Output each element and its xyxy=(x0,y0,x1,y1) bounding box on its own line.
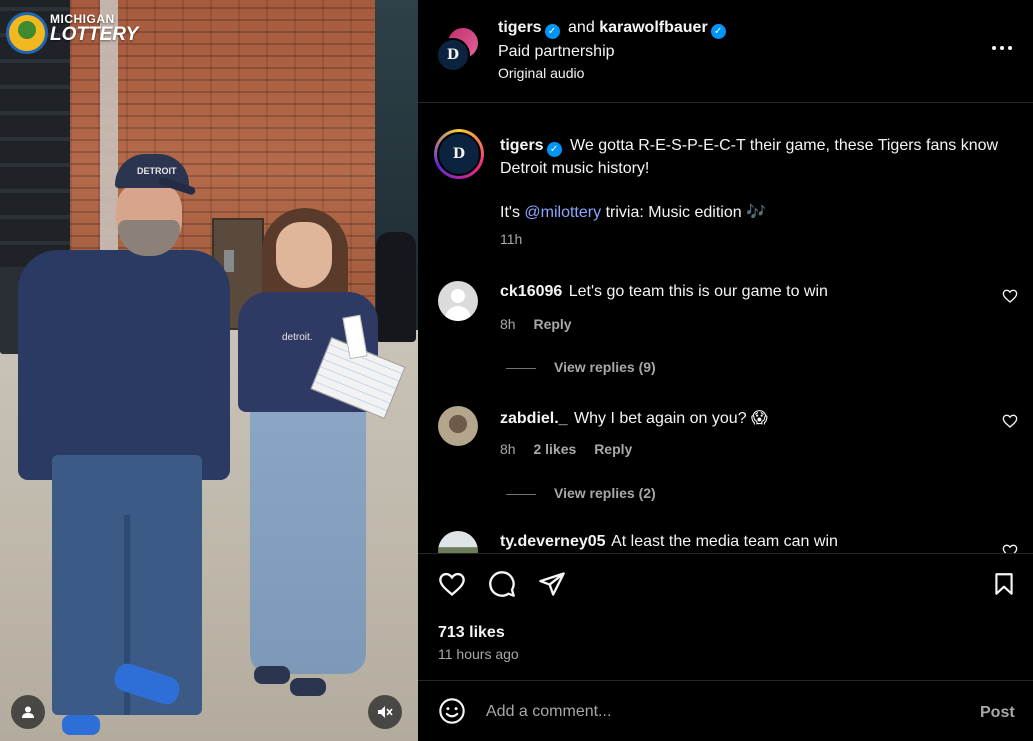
post-timestamp[interactable]: 11 hours ago xyxy=(438,646,519,662)
reply-button[interactable]: Reply xyxy=(594,441,632,457)
music-notes-emoji: 🎶 xyxy=(746,204,766,221)
lottery-seal-icon xyxy=(6,12,48,54)
speaker-muted-icon xyxy=(378,706,393,718)
share-button[interactable] xyxy=(536,568,568,600)
comment-username[interactable]: zabdiel._ xyxy=(500,410,568,427)
likes-count[interactable]: 713 likes xyxy=(438,624,505,642)
more-options-button[interactable] xyxy=(988,34,1016,62)
emoji-icon[interactable] xyxy=(438,697,466,725)
tagged-users-button[interactable] xyxy=(11,695,45,729)
scream-emoji: 😱 xyxy=(751,410,768,427)
reply-button[interactable]: Reply xyxy=(533,316,571,332)
heart-icon[interactable] xyxy=(1002,413,1018,429)
tigers-logo-icon: D xyxy=(452,146,466,162)
post-button[interactable]: Post xyxy=(980,704,1015,722)
comment-button[interactable] xyxy=(486,568,518,600)
michigan-lottery-logo: MICHIGAN LOTTERY xyxy=(6,10,138,54)
comments-list[interactable]: D tigers ✓ We gotta R-E-S-P-E-C-T their g… xyxy=(418,103,1033,553)
view-replies-button[interactable]: View replies (2) xyxy=(506,485,656,501)
post-actions: 713 likes 11 hours ago xyxy=(418,553,1033,680)
comment-bubble-icon xyxy=(489,571,515,597)
heart-icon[interactable] xyxy=(1002,288,1018,304)
save-button[interactable] xyxy=(988,568,1020,600)
comment-body: At least the media team can win xyxy=(611,533,838,550)
post-media[interactable]: DETROIT detroit. MICHIGAN LOTTERY xyxy=(0,0,418,741)
audio-link[interactable]: Original audio xyxy=(498,65,584,81)
author-link[interactable]: tigers xyxy=(498,19,542,36)
comment-timestamp[interactable]: 8h xyxy=(500,316,516,332)
collab-avatars[interactable]: D xyxy=(436,28,480,72)
comment-composer: Post xyxy=(418,680,1033,741)
avatar[interactable] xyxy=(438,531,478,553)
like-button[interactable] xyxy=(436,568,468,600)
heart-icon[interactable] xyxy=(1002,543,1018,553)
man-in-cap: DETROIT xyxy=(18,150,233,741)
more-dots-icon xyxy=(992,46,996,50)
post-details-panel: D tigers ✓ and karawolfbauer ✓ Paid partne… xyxy=(418,0,1033,741)
likes-count-button[interactable]: 2 likes xyxy=(533,441,576,457)
caption-line: It's @milottery trivia: Music edition 🎶 xyxy=(500,204,766,221)
avatar[interactable]: D xyxy=(434,129,484,179)
user-icon xyxy=(22,706,34,718)
bookmark-icon xyxy=(995,573,1013,595)
avatar[interactable] xyxy=(438,406,478,446)
comment-timestamp[interactable]: 8h xyxy=(500,441,516,457)
comment-username[interactable]: ck16096 xyxy=(500,283,562,300)
verified-badge-icon: ✓ xyxy=(544,24,560,39)
caption-username[interactable]: tigers xyxy=(500,137,544,154)
avatar[interactable]: D xyxy=(436,38,470,72)
tigers-logo-icon: D xyxy=(446,47,460,63)
mute-toggle-button[interactable] xyxy=(368,695,402,729)
mention-link[interactable]: @milottery xyxy=(524,204,601,221)
woman-with-notebook: detroit. xyxy=(232,208,412,708)
avatar[interactable] xyxy=(438,281,478,321)
verified-badge-icon: ✓ xyxy=(546,142,562,157)
post-header: D tigers ✓ and karawolfbauer ✓ Paid partne… xyxy=(418,0,1033,103)
author-link[interactable]: karawolfbauer xyxy=(599,19,707,36)
paper-plane-icon xyxy=(539,572,565,596)
comment-body: Let's go team this is our game to win xyxy=(568,283,828,300)
comment-input[interactable] xyxy=(486,699,956,725)
comment-username[interactable]: ty.deverney05 xyxy=(500,533,606,550)
post-authors: tigers ✓ and karawolfbauer ✓ xyxy=(498,19,730,39)
caption-text: tigers ✓ We gotta R-E-S-P-E-C-T their gam… xyxy=(500,137,999,177)
heart-icon xyxy=(439,572,465,597)
paid-partnership-label[interactable]: Paid partnership xyxy=(498,43,615,61)
caption-timestamp[interactable]: 11h xyxy=(500,231,522,247)
verified-badge-icon: ✓ xyxy=(710,24,726,39)
comment-body: Why I bet again on you? xyxy=(574,410,747,427)
view-replies-button[interactable]: View replies (9) xyxy=(506,359,656,375)
